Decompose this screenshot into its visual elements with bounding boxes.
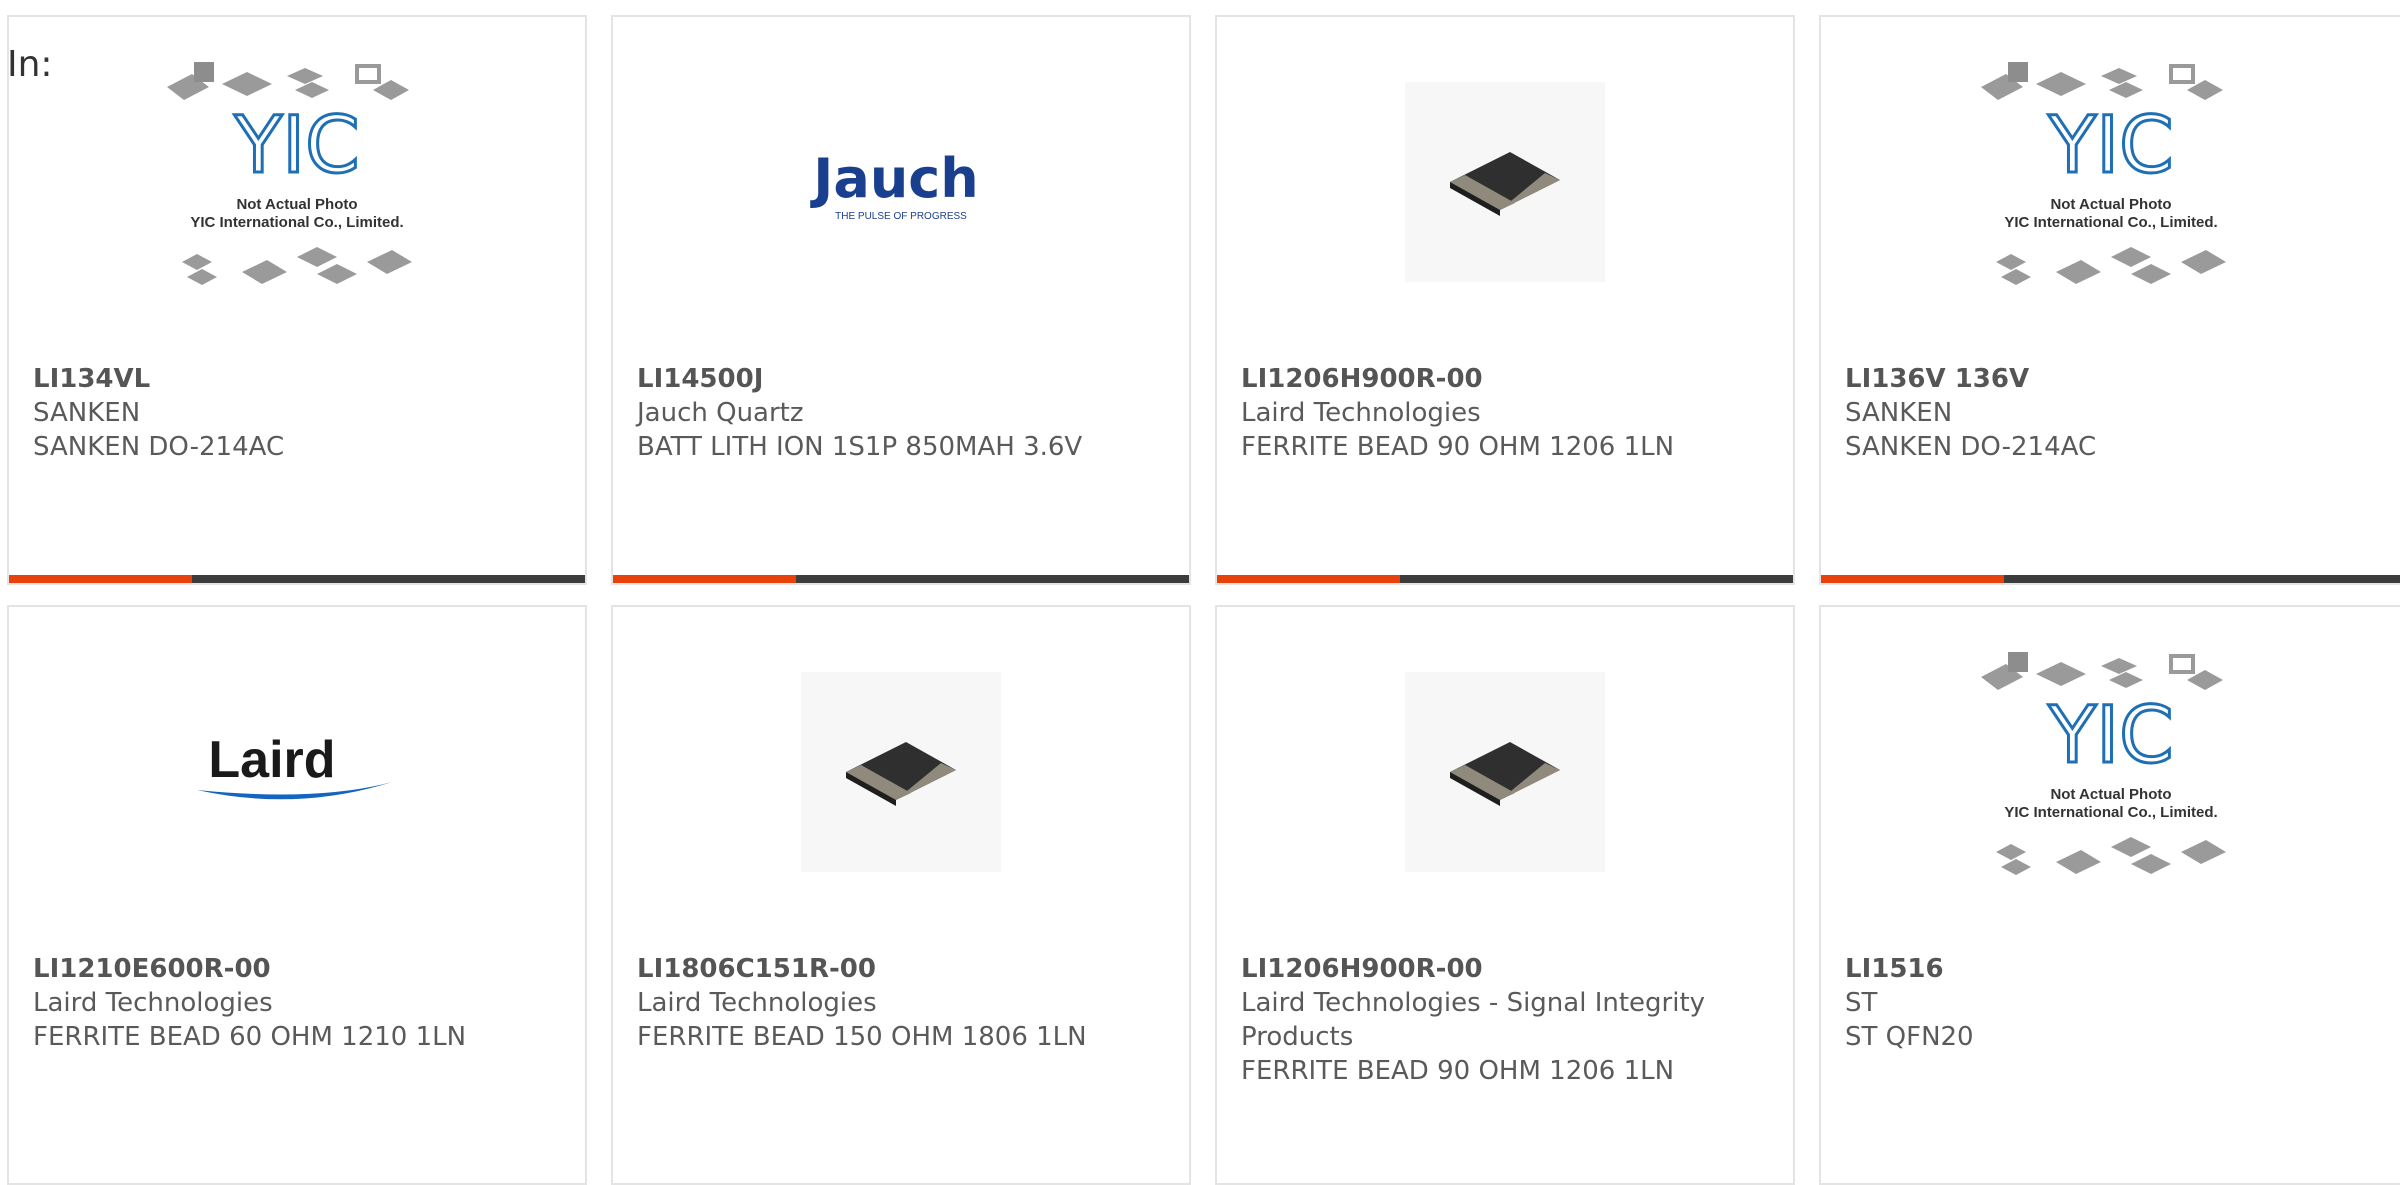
product-card[interactable]: YIC Not Actual Photo YIC International C…: [1819, 605, 2400, 1185]
product-info: LI136V 136V SANKEN SANKEN DO-214AC: [1845, 362, 2377, 464]
description: FERRITE BEAD 150 OHM 1806 1LN: [637, 1022, 1087, 1052]
description: FERRITE BEAD 60 OHM 1210 1LN: [33, 1022, 467, 1052]
svg-text:Laird: Laird: [208, 731, 335, 789]
part-number[interactable]: LI1206H900R-00: [1241, 362, 1769, 396]
svg-text:Not Actual Photo: Not Actual Photo: [236, 196, 357, 213]
yic-placeholder-icon: YIC Not Actual Photo YIC International C…: [1981, 652, 2226, 875]
svg-text:YIC: YIC: [2047, 691, 2173, 781]
manufacturer: Laird Technologies: [637, 988, 877, 1018]
in-label: In:: [7, 44, 53, 85]
card-footer-bar: [1821, 575, 2400, 583]
yic-placeholder-icon: YIC Not Actual Photo YIC International C…: [1981, 62, 2226, 285]
manufacturer: Laird Technologies: [33, 988, 273, 1018]
part-number[interactable]: LI1516: [1845, 952, 2377, 986]
jauch-logo-icon: Jauch THE PULSE OF PROGRESS: [809, 147, 978, 222]
product-info: LI1206H900R-00 Laird Technologies FERRIT…: [1241, 362, 1769, 464]
description: FERRITE BEAD 90 OHM 1206 1LN: [1241, 1056, 1675, 1086]
product-info: LI1210E600R-00 Laird Technologies FERRIT…: [33, 952, 561, 1054]
part-number[interactable]: LI136V 136V: [1845, 362, 2377, 396]
card-footer-bar: [613, 575, 1189, 583]
card-footer-accent: [613, 575, 796, 583]
product-card[interactable]: YIC Not Actual Photo YIC International C…: [7, 15, 587, 585]
manufacturer: SANKEN: [33, 398, 141, 428]
product-card[interactable]: YIC Not Actual Photo YIC International C…: [1819, 15, 2400, 585]
description: FERRITE BEAD 90 OHM 1206 1LN: [1241, 432, 1675, 462]
description: ST QFN20: [1845, 1022, 1974, 1052]
svg-text:Not Actual Photo: Not Actual Photo: [2050, 786, 2171, 803]
ferrite-bead-icon: [1450, 152, 1560, 216]
part-number[interactable]: LI1206H900R-00: [1241, 952, 1769, 986]
product-info: LI1206H900R-00 Laird Technologies - Sign…: [1241, 952, 1769, 1088]
part-number[interactable]: LI1210E600R-00: [33, 952, 561, 986]
product-card[interactable]: LI1206H900R-00 Laird Technologies - Sign…: [1215, 605, 1795, 1185]
part-number[interactable]: LI1806C151R-00: [637, 952, 1165, 986]
description: SANKEN DO-214AC: [1845, 432, 2097, 462]
ferrite-bead-icon: [846, 742, 956, 806]
card-footer-accent: [1821, 575, 2004, 583]
product-info: LI14500J Jauch Quartz BATT LITH ION 1S1P…: [637, 362, 1165, 464]
svg-text:YIC International Co., Limited: YIC International Co., Limited.: [2004, 804, 2217, 821]
card-footer-bar: [9, 575, 585, 583]
svg-text:Jauch: Jauch: [809, 147, 978, 210]
product-card[interactable]: LI1806C151R-00 Laird Technologies FERRIT…: [611, 605, 1191, 1185]
product-info: LI134VL SANKEN SANKEN DO-214AC: [33, 362, 561, 464]
product-card[interactable]: Jauch THE PULSE OF PROGRESS LI14500J Jau…: [611, 15, 1191, 585]
card-footer-bar: [1217, 575, 1793, 583]
svg-text:THE PULSE OF PROGRESS: THE PULSE OF PROGRESS: [835, 211, 967, 222]
svg-text:YIC International Co., Limited: YIC International Co., Limited.: [2004, 214, 2217, 231]
product-card[interactable]: Laird LI1210E600R-00 Laird Technologies …: [7, 605, 587, 1185]
part-number[interactable]: LI14500J: [637, 362, 1165, 396]
yic-placeholder-icon: YIC Not Actual Photo YIC International C…: [167, 62, 412, 285]
card-footer-accent: [9, 575, 192, 583]
svg-text:YIC International Co., Limited: YIC International Co., Limited.: [190, 214, 403, 231]
product-info: LI1806C151R-00 Laird Technologies FERRIT…: [637, 952, 1165, 1054]
description: BATT LITH ION 1S1P 850MAH 3.6V: [637, 432, 1083, 462]
manufacturer: Jauch Quartz: [637, 398, 804, 428]
laird-logo-icon: Laird: [197, 731, 392, 800]
ferrite-bead-icon: [1450, 742, 1560, 806]
svg-text:Not Actual Photo: Not Actual Photo: [2050, 196, 2171, 213]
description: SANKEN DO-214AC: [33, 432, 285, 462]
product-image[interactable]: Laird: [9, 667, 585, 877]
product-info: LI1516 ST ST QFN20: [1845, 952, 2377, 1054]
product-image[interactable]: [613, 667, 1189, 877]
product-image[interactable]: YIC Not Actual Photo YIC International C…: [1821, 62, 2400, 287]
svg-text:YIC: YIC: [2047, 101, 2173, 191]
product-card[interactable]: LI1206H900R-00 Laird Technologies FERRIT…: [1215, 15, 1795, 585]
product-image[interactable]: YIC Not Actual Photo YIC International C…: [9, 62, 585, 287]
card-footer-accent: [1217, 575, 1400, 583]
product-image[interactable]: [1217, 667, 1793, 877]
product-image[interactable]: Jauch THE PULSE OF PROGRESS: [613, 77, 1189, 287]
svg-text:YIC: YIC: [233, 101, 359, 191]
product-image[interactable]: [1217, 77, 1793, 287]
part-number[interactable]: LI134VL: [33, 362, 561, 396]
manufacturer: ST: [1845, 988, 1878, 1018]
manufacturer: Laird Technologies: [1241, 398, 1481, 428]
manufacturer: Laird Technologies - Signal Integrity Pr…: [1241, 988, 1706, 1052]
manufacturer: SANKEN: [1845, 398, 1953, 428]
product-image[interactable]: YIC Not Actual Photo YIC International C…: [1821, 652, 2400, 877]
